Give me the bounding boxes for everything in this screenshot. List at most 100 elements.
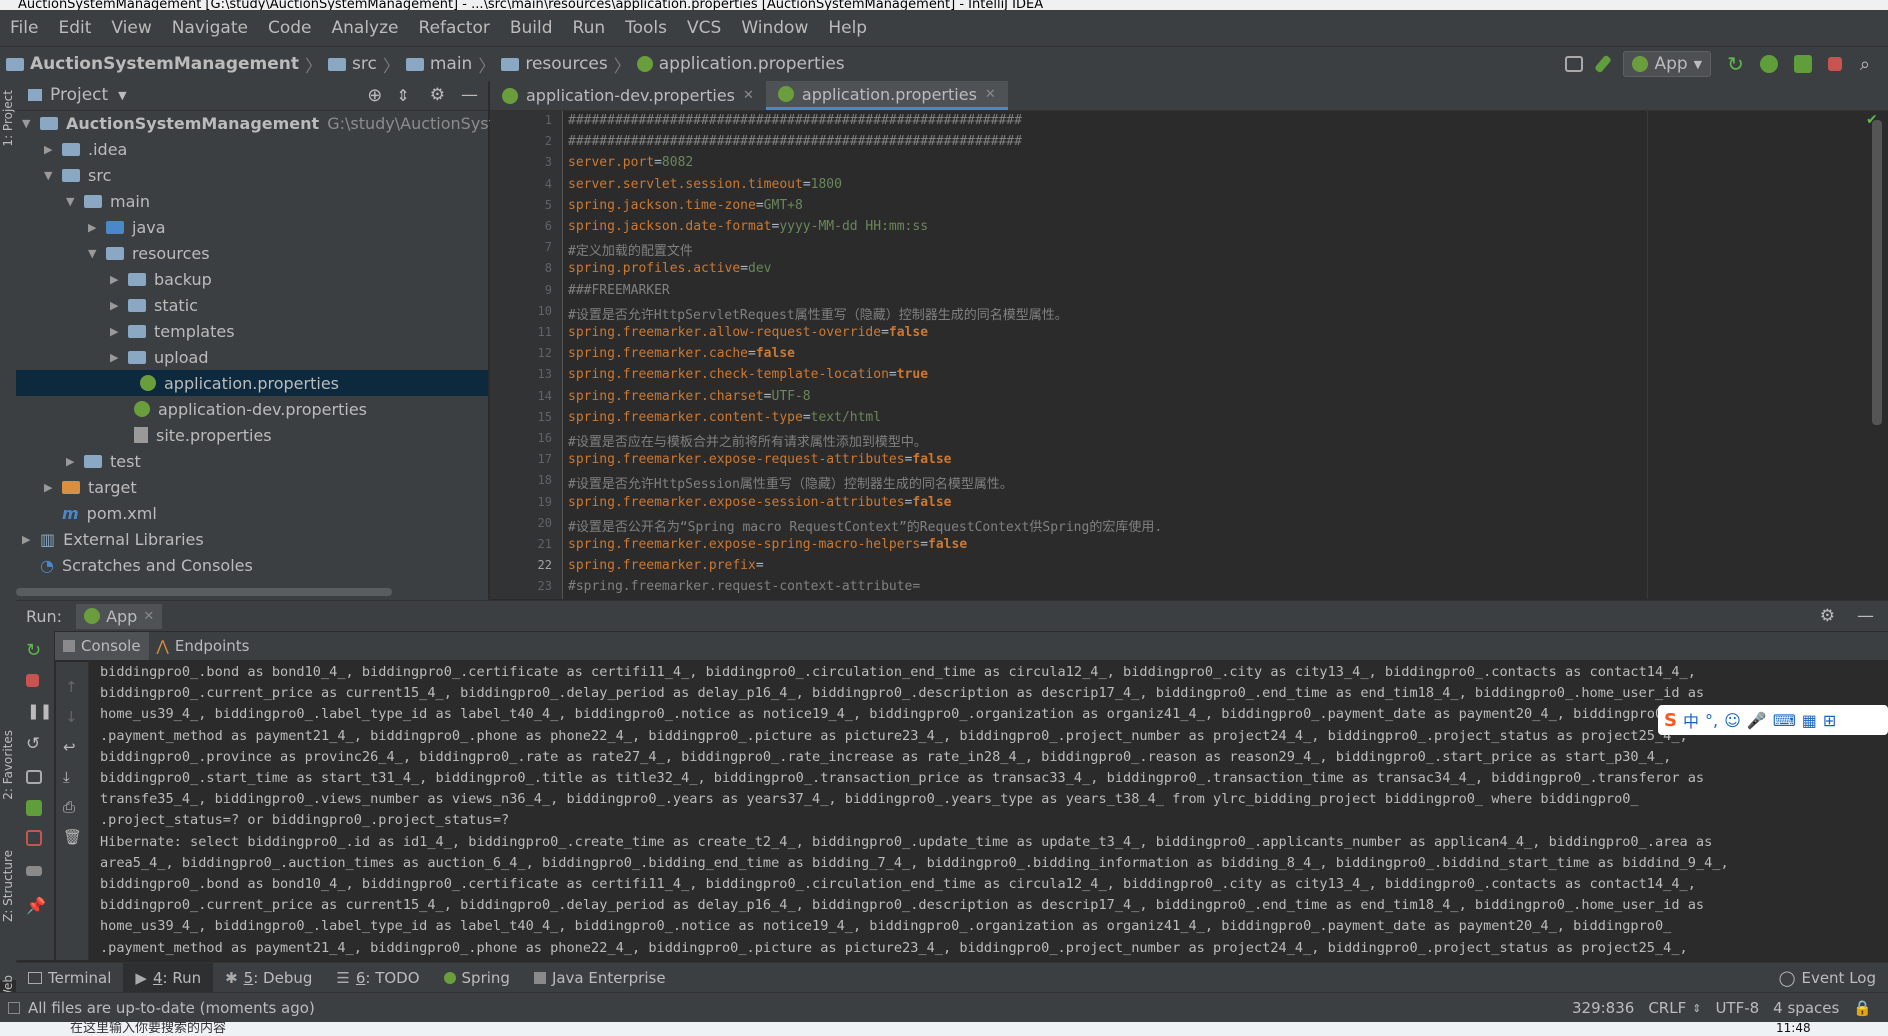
tree-item-pom[interactable]: m pom.xml	[62, 500, 157, 526]
editor-vertical-scrollbar[interactable]	[1872, 120, 1882, 425]
tab-run[interactable]: ▶ 4: Run	[123, 963, 214, 993]
build-hammer-icon[interactable]	[1594, 54, 1613, 74]
gear-icon[interactable]: ⚙	[430, 85, 445, 105]
coverage-icon[interactable]	[26, 800, 42, 816]
indent-setting[interactable]: 4 spaces	[1773, 999, 1839, 1017]
emoji-icon[interactable]: ☺	[1724, 711, 1741, 730]
tab-java-enterprise[interactable]: Java Enterprise	[522, 963, 678, 993]
camera-icon[interactable]	[26, 770, 42, 784]
terminal-icon[interactable]	[1565, 56, 1584, 72]
breadcrumb-project[interactable]: AuctionSystemManagement	[0, 54, 305, 74]
close-icon[interactable]: ✕	[743, 88, 754, 103]
pause-icon[interactable]: ❚❚	[27, 702, 52, 720]
tree-item-test[interactable]: ▶ test	[66, 448, 141, 474]
minimize-icon[interactable]: —	[461, 85, 478, 105]
down-arrow-icon[interactable]: ↓	[65, 708, 78, 726]
microphone-icon[interactable]: 🎤	[1747, 711, 1767, 730]
up-arrow-icon[interactable]: ↑	[65, 678, 78, 696]
tree-item-backup[interactable]: ▶ backup	[110, 266, 212, 292]
tree-item-external-libraries[interactable]: ▶ ▥ External Libraries	[22, 526, 204, 552]
breadcrumb-resources[interactable]: resources	[495, 54, 613, 74]
tree-item-resources[interactable]: ▼ resources	[88, 240, 210, 266]
tree-item-idea[interactable]: ▶ .idea	[44, 136, 127, 162]
project-tool-button[interactable]: 1: Project	[1, 90, 15, 147]
project-horizontal-scrollbar[interactable]	[16, 588, 392, 596]
run-config-selector[interactable]: App ▼	[1623, 51, 1712, 77]
toolbox-icon[interactable]: ⊞	[1823, 711, 1836, 730]
tree-item-application-properties[interactable]: application.properties	[16, 370, 488, 396]
tab-todo[interactable]: ☰ 6: TODO	[324, 963, 431, 993]
menu-view[interactable]: View	[101, 18, 161, 38]
menu-run[interactable]: Run	[563, 18, 616, 38]
tab-application-properties[interactable]: application.properties ✕	[765, 81, 1008, 110]
tree-root[interactable]: ▼ AuctionSystemManagement G:\study\Aucti…	[22, 110, 544, 136]
menu-help[interactable]: Help	[818, 18, 877, 38]
tab-debug[interactable]: ✱ 5: Debug	[213, 963, 324, 993]
lock-icon[interactable]: 🔒	[1853, 999, 1872, 1017]
event-log-button[interactable]: ◯ Event Log	[1767, 963, 1888, 993]
ime-toolbar[interactable]: S 中 °, ☺ 🎤 ⌨ ▦ ⊞	[1658, 705, 1888, 735]
rerun-icon[interactable]: ↻	[26, 640, 41, 661]
keyboard-icon[interactable]: ⌨	[1773, 711, 1796, 730]
tab-application-dev-properties[interactable]: application-dev.properties ✕	[490, 81, 766, 110]
file-encoding[interactable]: UTF-8	[1715, 999, 1759, 1017]
coverage-icon[interactable]	[1793, 55, 1812, 73]
rerun-icon[interactable]: ↻	[1727, 52, 1744, 76]
menu-edit[interactable]: Edit	[48, 18, 101, 38]
structure-tool-button[interactable]: Z: Structure	[1, 850, 15, 922]
tree-item-upload[interactable]: ▶ upload	[110, 344, 209, 370]
menu-analyze[interactable]: Analyze	[322, 18, 409, 38]
chevron-down-icon[interactable]: ▼	[118, 89, 126, 102]
tab-terminal[interactable]: Terminal	[16, 963, 123, 993]
project-panel-title[interactable]: Project	[50, 85, 108, 105]
collapse-all-icon[interactable]: ⇕	[396, 86, 409, 105]
skin-icon[interactable]: ▦	[1802, 711, 1817, 730]
menu-code[interactable]: Code	[258, 18, 322, 38]
tab-spring[interactable]: Spring	[432, 963, 522, 993]
debug-bug-icon[interactable]	[1759, 55, 1778, 73]
tree-item-application-dev-properties[interactable]: application-dev.properties	[134, 396, 367, 422]
line-separator[interactable]: CRLF	[1648, 999, 1686, 1017]
gear-icon[interactable]: ⚙	[1820, 606, 1835, 626]
soft-wrap-icon[interactable]: ↩	[63, 738, 76, 756]
menu-file[interactable]: File	[0, 18, 48, 38]
code-editor[interactable]: ########################################…	[564, 111, 1874, 599]
menu-navigate[interactable]: Navigate	[162, 18, 258, 38]
tool-windows-icon[interactable]	[8, 1002, 20, 1014]
tree-item-scratches[interactable]: ◔ Scratches and Consoles	[40, 552, 253, 578]
pin-icon[interactable]: 📌	[26, 896, 46, 915]
search-icon[interactable]: ⌕	[1860, 54, 1870, 75]
menu-build[interactable]: Build	[500, 18, 563, 38]
breadcrumb-file[interactable]: application.properties	[631, 54, 851, 74]
menu-vcs[interactable]: VCS	[677, 18, 731, 38]
stop-icon[interactable]	[1827, 57, 1842, 71]
menu-refactor[interactable]: Refactor	[409, 18, 500, 38]
tree-item-java[interactable]: ▶ java	[88, 214, 166, 240]
minimize-icon[interactable]: —	[1857, 606, 1874, 626]
tree-item-src[interactable]: ▼ src	[44, 162, 111, 188]
tree-item-target[interactable]: ▶ target	[44, 474, 137, 500]
trash-icon[interactable]: 🗑	[63, 828, 82, 846]
print-icon[interactable]: ⎙	[63, 798, 75, 816]
tree-item-main[interactable]: ▼ main	[66, 188, 150, 214]
run-tab-app[interactable]: App ✕	[76, 603, 163, 629]
breadcrumb-main[interactable]: main	[400, 54, 478, 74]
caret-position[interactable]: 329:836	[1572, 999, 1634, 1017]
stop-icon[interactable]	[26, 674, 39, 687]
close-icon[interactable]: ✕	[143, 609, 154, 624]
menu-window[interactable]: Window	[731, 18, 818, 38]
tab-console[interactable]: Console	[55, 632, 149, 660]
restart-icon[interactable]: ↺	[26, 734, 40, 754]
tree-item-templates[interactable]: ▶ templates	[110, 318, 235, 344]
tree-item-static[interactable]: ▶ static	[110, 292, 198, 318]
punctuation-icon[interactable]: °,	[1705, 711, 1718, 730]
breadcrumb-src[interactable]: src	[322, 54, 383, 74]
close-icon[interactable]: ✕	[985, 87, 996, 102]
tab-endpoints[interactable]: ⋀ Endpoints	[149, 632, 258, 660]
tree-item-site-properties[interactable]: site.properties	[134, 422, 272, 448]
exit-icon[interactable]	[26, 830, 42, 846]
console-output[interactable]: biddingpro0_.bond as bond10_4_, biddingp…	[90, 662, 1870, 960]
taskbar-search-input[interactable]: 在这里输入你要搜索的内容	[70, 1022, 226, 1036]
menu-tools[interactable]: Tools	[615, 18, 677, 38]
scroll-to-end-icon[interactable]: ⤓	[63, 768, 70, 786]
